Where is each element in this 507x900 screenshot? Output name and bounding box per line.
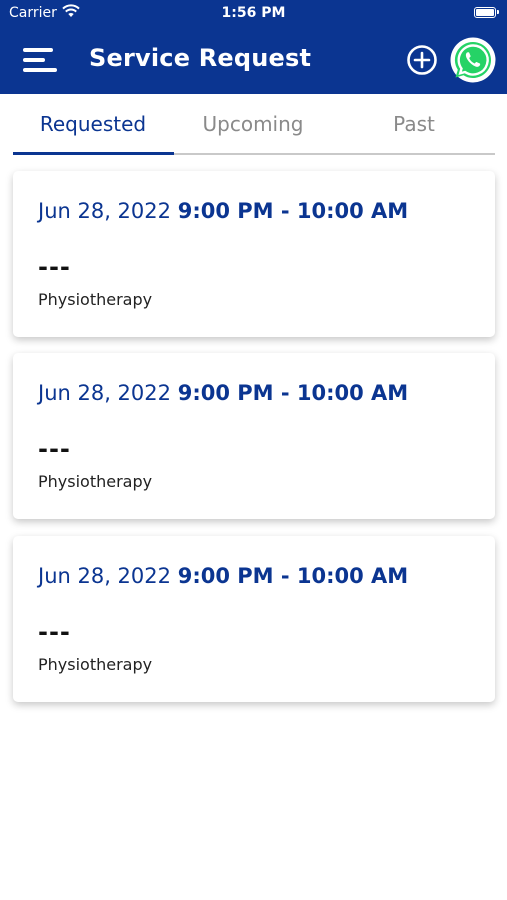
request-time-range: 9:00 PM - 10:00 AM [177, 199, 409, 223]
request-service: Physiotherapy [38, 472, 153, 491]
request-card[interactable]: Jun 28, 2022 9:00 PM - 10:00 AM --- Phys… [13, 171, 495, 337]
request-card[interactable]: Jun 28, 2022 9:00 PM - 10:00 AM --- Phys… [13, 536, 495, 702]
page-title: Service Request [89, 44, 312, 72]
tab-bar: Requested Upcoming Past [13, 100, 495, 156]
hamburger-icon[interactable] [23, 46, 57, 74]
request-date: Jun 28, 2022 [38, 381, 172, 405]
plus-circle-icon[interactable] [406, 44, 438, 76]
request-datetime: Jun 28, 2022 9:00 PM - 10:00 AM [38, 381, 408, 405]
request-name: --- [38, 618, 71, 646]
tab-requested[interactable]: Requested [13, 112, 173, 136]
whatsapp-icon[interactable] [450, 37, 496, 83]
request-service: Physiotherapy [38, 290, 153, 309]
active-tab-indicator [13, 152, 174, 155]
request-name: --- [38, 435, 71, 463]
request-name: --- [38, 253, 71, 281]
request-datetime: Jun 28, 2022 9:00 PM - 10:00 AM [38, 564, 408, 588]
request-date: Jun 28, 2022 [38, 199, 172, 223]
request-datetime: Jun 28, 2022 9:00 PM - 10:00 AM [38, 199, 408, 223]
status-time: 1:56 PM [221, 5, 286, 21]
request-service: Physiotherapy [38, 655, 153, 674]
request-time-range: 9:00 PM - 10:00 AM [177, 564, 409, 588]
request-time-range: 9:00 PM - 10:00 AM [177, 381, 409, 405]
request-date: Jun 28, 2022 [38, 564, 172, 588]
tab-upcoming[interactable]: Upcoming [173, 112, 333, 136]
app-header: Carrier 1:56 PM Service Request [0, 0, 507, 94]
battery-icon [474, 7, 499, 18]
status-bar: Carrier 1:56 PM [0, 0, 507, 28]
tab-past[interactable]: Past [334, 112, 494, 136]
request-card[interactable]: Jun 28, 2022 9:00 PM - 10:00 AM --- Phys… [13, 353, 495, 519]
